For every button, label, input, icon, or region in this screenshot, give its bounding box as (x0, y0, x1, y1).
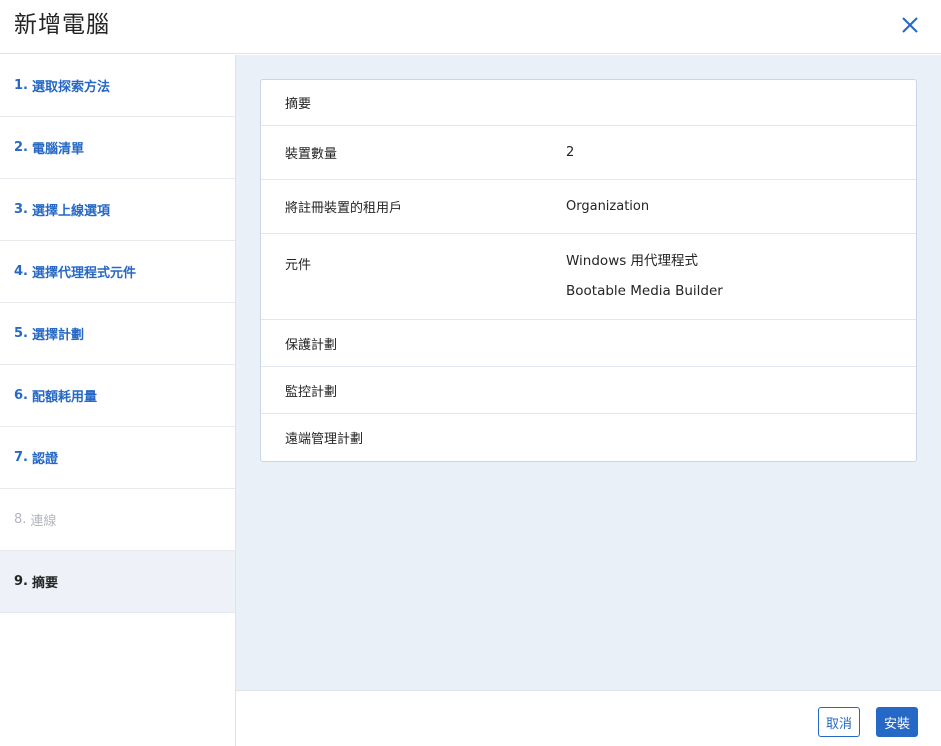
dialog-title: 新增電腦 (14, 12, 110, 38)
step-computer-list[interactable]: 2. 電腦清單 (0, 117, 235, 179)
summary-row-device-count: 裝置數量 2 (261, 126, 916, 180)
monitoring-plan-label: 監控計劃 (285, 384, 338, 400)
step-discovery-method[interactable]: 1. 選取探索方法 (0, 55, 235, 117)
wizard-steps: 1. 選取探索方法 2. 電腦清單 3. 選擇上線選項 4. 選擇代理程式元件 … (0, 55, 236, 746)
step-credentials[interactable]: 7. 認證 (0, 427, 235, 489)
cancel-button[interactable]: 取消 (818, 707, 860, 737)
install-button[interactable]: 安裝 (876, 707, 918, 737)
summary-row-components: 元件 Windows 用代理程式 Bootable Media Builder (261, 234, 916, 320)
components-label: 元件 (285, 258, 312, 273)
remote-management-plan-label: 遠端管理計劃 (285, 432, 364, 447)
summary-heading-row: 摘要 (261, 80, 916, 126)
device-count-label: 裝置數量 (285, 147, 338, 162)
summary-card: 摘要 裝置數量 2 將註冊裝置的租用戶 Organization 元件 Wind… (260, 79, 917, 462)
summary-row-monitoring-plan: 監控計劃 (261, 367, 916, 414)
step-agent-components[interactable]: 4. 選擇代理程式元件 (0, 241, 235, 303)
component-item: Bootable Media Builder (566, 283, 723, 299)
step-number: 1. (14, 78, 28, 93)
step-label: 選擇上線選項 (31, 204, 110, 219)
step-onboarding-options[interactable]: 3. 選擇上線選項 (0, 179, 235, 241)
step-label: 摘要 (31, 576, 58, 591)
step-summary[interactable]: 9. 摘要 (0, 551, 235, 613)
summary-heading: 摘要 (285, 97, 312, 112)
step-label: 選擇計劃 (31, 328, 84, 343)
dialog-header: 新增電腦 (0, 0, 941, 54)
summary-row-tenant: 將註冊裝置的租用戶 Organization (261, 180, 916, 234)
step-number: 9. (14, 574, 28, 589)
step-connection: 8. 連線 (0, 489, 235, 551)
step-label: 認證 (31, 452, 58, 467)
components-values: Windows 用代理程式 Bootable Media Builder (566, 254, 916, 314)
protection-plan-label: 保護計劃 (285, 337, 338, 353)
step-number: 4. (14, 264, 28, 279)
step-number: 8. (14, 512, 27, 527)
step-label: 選取探索方法 (31, 80, 110, 95)
device-count-value: 2 (566, 145, 575, 160)
close-icon (902, 17, 918, 33)
summary-row-protection-plan: 保護計劃 (261, 320, 916, 367)
step-label: 配額耗用量 (31, 390, 97, 405)
component-item: Windows 用代理程式 (566, 253, 699, 269)
step-number: 2. (14, 140, 28, 155)
step-quota-usage[interactable]: 6. 配額耗用量 (0, 365, 235, 427)
step-number: 6. (14, 388, 28, 403)
tenant-value: Organization (566, 199, 650, 214)
summary-row-remote-management-plan: 遠端管理計劃 (261, 414, 916, 461)
step-select-plan[interactable]: 5. 選擇計劃 (0, 303, 235, 365)
step-number: 5. (14, 326, 28, 341)
step-number: 3. (14, 202, 28, 217)
step-label: 連線 (30, 514, 57, 529)
step-number: 7. (14, 450, 28, 465)
step-label: 選擇代理程式元件 (31, 266, 136, 281)
tenant-label: 將註冊裝置的租用戶 (285, 201, 403, 216)
main-content: 摘要 裝置數量 2 將註冊裝置的租用戶 Organization 元件 Wind… (236, 55, 941, 690)
dialog-footer: 取消 安裝 (236, 690, 941, 746)
close-button[interactable] (899, 14, 921, 36)
step-label: 電腦清單 (31, 142, 84, 157)
